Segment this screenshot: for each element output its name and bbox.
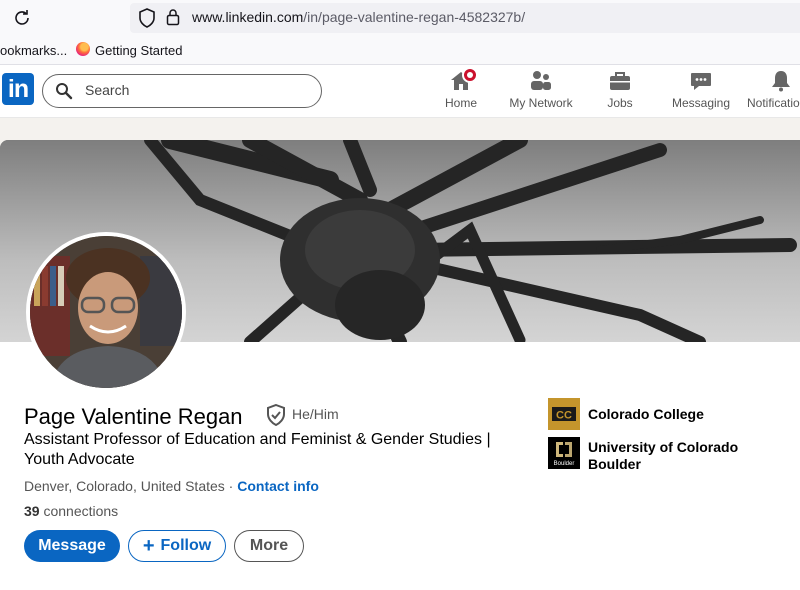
search-input[interactable] [83, 81, 307, 99]
education-colorado-college[interactable]: Colorado College [588, 406, 748, 423]
reload-icon[interactable] [12, 8, 32, 28]
profile-photo [30, 236, 182, 388]
plus-icon: + [142, 535, 155, 557]
url-host: www.linkedin.com [192, 9, 304, 25]
jobs-icon [610, 72, 630, 90]
follow-button[interactable]: + Follow [128, 530, 226, 562]
linkedin-navbar: in Home My Network Jobs Messaging [0, 65, 800, 118]
nav-notifications-label: Notificatio [747, 96, 800, 110]
cu-logo-text: Boulder [554, 461, 575, 467]
connections-count: 39 [24, 503, 40, 519]
bookmarks-bar: ookmarks... Getting Started [0, 36, 800, 65]
nav-home-label: Home [444, 96, 477, 110]
profile-card: Page Valentine Regan He/Him Assistant Pr… [0, 140, 800, 590]
search-icon [56, 83, 73, 100]
follow-button-label: Follow [160, 537, 212, 554]
nav-notifications[interactable]: Notificatio [747, 69, 800, 110]
bookmark-getting-started[interactable]: Getting Started [95, 43, 182, 58]
nav-home[interactable]: Home [442, 67, 480, 110]
cc-logo-text: CC [556, 410, 572, 422]
url-text[interactable]: www.linkedin.com/in/page-valentine-regan… [192, 9, 525, 25]
connections-label: connections [43, 503, 119, 519]
location-separator: · [228, 478, 234, 494]
notification-badge [462, 67, 478, 83]
profile-headline: Assistant Professor of Education and Fem… [24, 431, 491, 468]
messaging-icon [691, 73, 711, 90]
profile-pronouns: He/Him [292, 406, 339, 422]
verified-shield-icon[interactable] [266, 404, 286, 426]
browser-toolbar: www.linkedin.com/in/page-valentine-regan… [0, 0, 800, 36]
search-box[interactable] [42, 74, 322, 108]
nav-my-network-label: My Network [509, 96, 573, 110]
more-button[interactable]: More [234, 530, 304, 562]
url-path: /in/page-valentine-regan-4582327b/ [303, 9, 526, 25]
lock-icon[interactable] [166, 8, 180, 26]
education-cu-boulder[interactable]: University of Colorado Boulder [588, 439, 748, 473]
message-button-label: Message [38, 537, 106, 554]
nav-messaging[interactable]: Messaging [670, 69, 732, 110]
nav-jobs-label: Jobs [607, 96, 633, 110]
linkedin-logo-icon[interactable]: in [2, 73, 34, 105]
nav-jobs[interactable]: Jobs [604, 69, 636, 110]
nav-my-network[interactable]: My Network [506, 69, 576, 110]
profile-location: Denver, Colorado, United States [24, 478, 225, 494]
message-button[interactable]: Message [24, 530, 120, 562]
profile-location-line: Denver, Colorado, United States · Contac… [24, 478, 319, 494]
nav-messaging-label: Messaging [671, 96, 731, 110]
colorado-college-logo-icon[interactable]: CC [548, 398, 580, 430]
contact-info-link[interactable]: Contact info [237, 478, 319, 494]
firefox-icon [76, 42, 90, 56]
network-icon [531, 71, 551, 90]
more-button-label: More [249, 537, 289, 554]
bookmarks-folder[interactable]: ookmarks... [0, 43, 67, 58]
shield-icon[interactable] [138, 8, 156, 28]
bell-icon [772, 71, 790, 92]
cu-boulder-logo-icon[interactable]: Boulder [548, 437, 580, 469]
profile-name: Page Valentine Regan [24, 404, 243, 429]
profile-connections: 39 connections [24, 503, 118, 519]
profile-avatar[interactable] [26, 232, 186, 392]
